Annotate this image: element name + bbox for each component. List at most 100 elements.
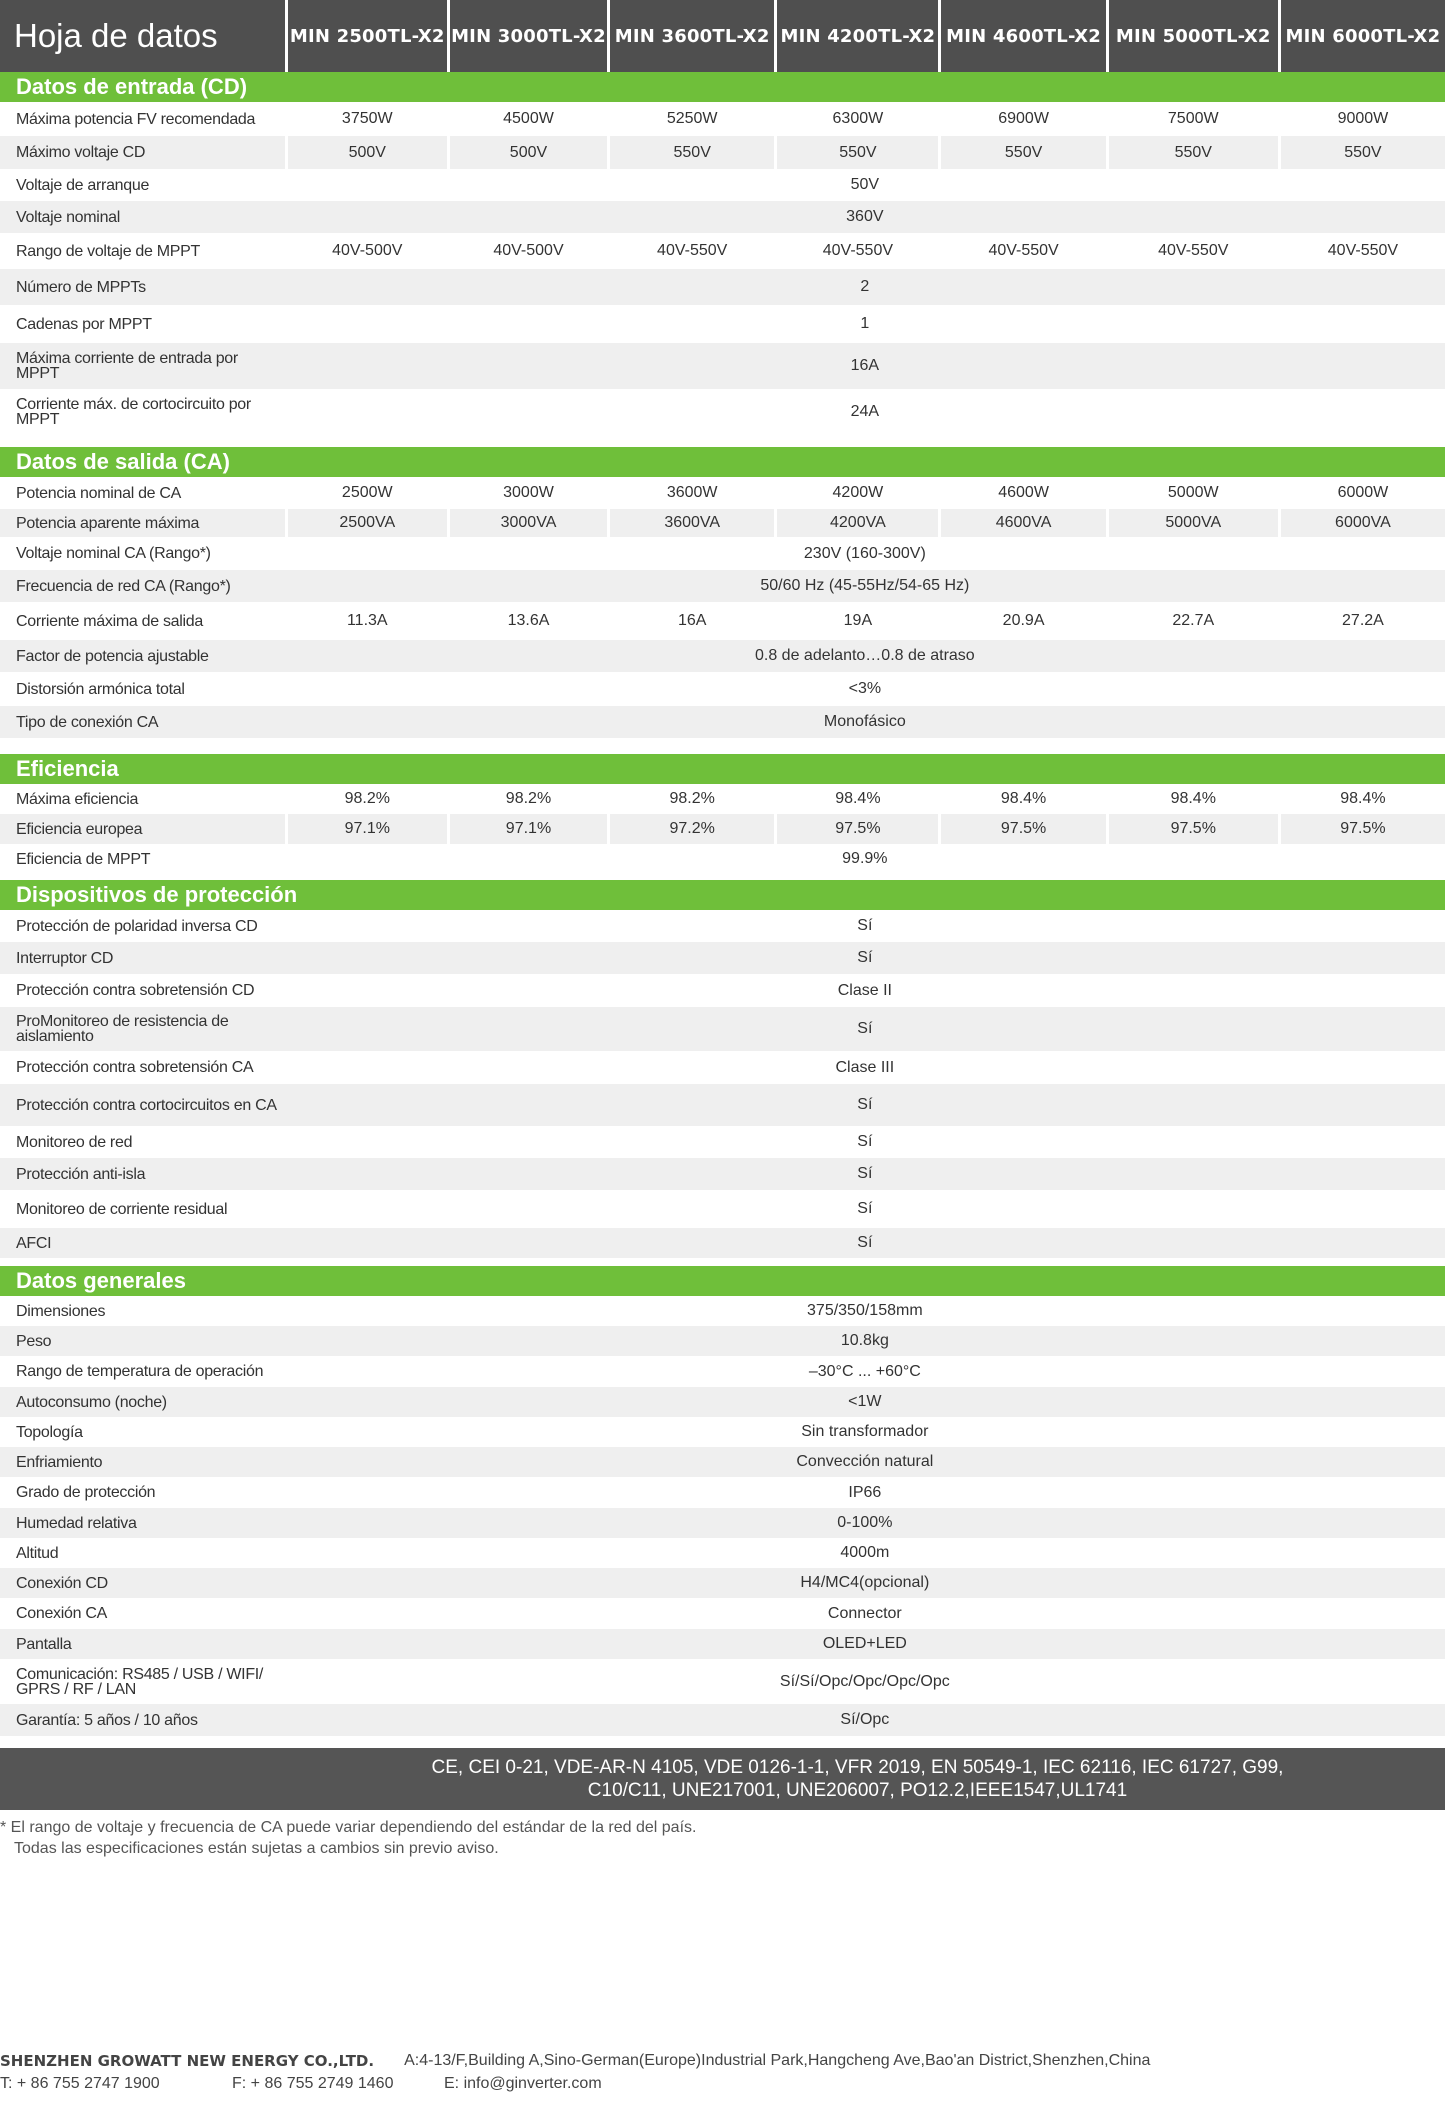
- certifications-line-1: CE, CEI 0-21, VDE-AR-N 4105, VDE 0126-1-…: [431, 1757, 1284, 1778]
- table-row: Pantalla OLED+LED: [0, 1629, 1445, 1659]
- table-row: Peso 10.8kg: [0, 1326, 1445, 1356]
- table-row: Factor de potencia ajustable 0.8 de adela…: [0, 640, 1445, 672]
- footnote-line-2: Todas las especificaciones están sujetas…: [14, 1840, 499, 1857]
- table-row: Protección anti-isla Sí: [0, 1158, 1445, 1190]
- model-header-7: MIN 6000TL-X2: [1280, 0, 1445, 72]
- row-label: Monitoreo de red: [16, 1133, 133, 1151]
- row-value: 16A: [677, 612, 707, 629]
- row-value: 40V-550V: [1327, 242, 1399, 259]
- table-row: ProMonitoreo de resistencia de aislamien…: [0, 1007, 1445, 1051]
- table-row: Protección contra sobretensión CD Clase I…: [0, 974, 1445, 1007]
- row-value-shared: Sí/Opc: [284, 1704, 1445, 1736]
- row-label: Corriente máx. de cortocircuito por MPPT: [16, 395, 251, 428]
- row-value: 40V-550V: [1158, 242, 1229, 259]
- row-value: 3000W: [503, 484, 554, 501]
- table-row: Enfriamiento Convección natural: [0, 1447, 1445, 1477]
- row-value: 97.1%: [449, 814, 608, 844]
- row-label: Corriente máxima de salida: [16, 612, 203, 630]
- row-value-shared: Sí: [284, 1007, 1445, 1051]
- model-header-1: MIN 2500TL-X2: [287, 0, 447, 72]
- row-label: Potencia aparente máxima: [0, 509, 285, 537]
- row-value-shared: Connector: [827, 1604, 902, 1622]
- row-value-shared: 16A: [284, 343, 1445, 389]
- row-label: Protección contra sobretensión CA: [16, 1059, 254, 1076]
- row-value: 5250W: [666, 110, 718, 127]
- row-value: 97.5%: [777, 814, 939, 844]
- row-value: 98.2%: [505, 790, 552, 807]
- row-value-shared: 0.8 de adelanto…0.8 de atraso: [284, 640, 1445, 672]
- table-row: Distorsión armónica total <3%: [0, 672, 1445, 706]
- model-header-3: MIN 3600TL-X2: [610, 0, 775, 72]
- row-label: Potencia nominal de CA: [16, 484, 182, 502]
- table-row: Conexión CA Connector: [0, 1598, 1445, 1629]
- row-label: Comunicación: RS485 / USB / WIFI/ GPRS /…: [16, 1665, 264, 1698]
- table-row: Monitoreo de red Sí: [0, 1126, 1445, 1158]
- company-footer: SHENZHEN GROWATT NEW ENERGY CO.,LTD. A:4…: [0, 2052, 1445, 2093]
- row-value: 550V: [610, 136, 775, 169]
- section-title: Datos de salida (CA): [0, 447, 1445, 477]
- row-value: 97.5%: [1108, 814, 1278, 844]
- table-row: Autoconsumo (noche) <1W: [0, 1387, 1445, 1417]
- row-value: 5000VA: [1108, 509, 1278, 537]
- row-value: 4600VA: [941, 509, 1106, 537]
- row-label: Enfriamiento: [0, 1447, 285, 1477]
- table-row: Humedad relativa 0-100%: [0, 1508, 1445, 1538]
- table-row: Potencia nominal de CA 2500W 3000W 3600W 420…: [0, 477, 1445, 509]
- table-row: Interruptor CD Sí: [0, 942, 1445, 974]
- table-row: Grado de protección IP66: [0, 1477, 1445, 1508]
- row-label: ProMonitoreo de resistencia de aislamien…: [0, 1007, 285, 1051]
- row-value: 98.4%: [1000, 790, 1047, 807]
- row-label: AFCI: [0, 1228, 285, 1258]
- row-label: Voltaje de arranque: [16, 176, 150, 194]
- table-row: Topología Sin transformador: [0, 1417, 1445, 1447]
- row-label: Topología: [16, 1423, 83, 1441]
- table-header: Hoja de datos MIN 2500TL-X2 MIN 3000TL-X2…: [0, 0, 1445, 72]
- row-label: Eficiencia europea: [0, 814, 285, 844]
- row-value: 20.9A: [1002, 612, 1045, 629]
- row-value: 98.4%: [1170, 790, 1216, 807]
- row-value: 40V-550V: [657, 242, 728, 259]
- footnote-line-1: * El rango de voltaje y frecuencia de CA…: [0, 1819, 697, 1836]
- row-value-shared: 230V (160-300V): [803, 544, 926, 562]
- row-label: Altitud: [16, 1544, 59, 1562]
- table-row: Voltaje nominal 360V: [0, 201, 1445, 233]
- row-value-shared: Sí: [284, 942, 1445, 974]
- row-value: 40V-550V: [822, 242, 894, 259]
- row-value-shared: Sí: [284, 1084, 1445, 1126]
- table-row: Protección de polaridad inversa CD Sí: [0, 910, 1445, 942]
- row-label: Distorsión armónica total: [16, 680, 185, 698]
- row-value: 40V-500V: [332, 242, 403, 259]
- row-label: Cadenas por MPPT: [16, 315, 152, 333]
- row-value-shared: Convección natural: [284, 1447, 1445, 1477]
- table-row: Rango de voltaje de MPPT 40V-500V 40V-500V…: [0, 233, 1445, 269]
- row-value: 6900W: [998, 110, 1049, 127]
- company-email: E: info@ginverter.com: [444, 2075, 602, 2092]
- row-value-shared: Sin transformador: [801, 1423, 929, 1440]
- row-label: Conexión CA: [16, 1605, 107, 1622]
- row-value-shared: 4000m: [840, 1544, 890, 1561]
- row-label: Factor de potencia ajustable: [0, 640, 285, 672]
- row-value-shared: <3%: [848, 680, 882, 697]
- table-row: Protección contra sobretensión CA Clase I…: [0, 1051, 1445, 1084]
- table-row: Conexión CD H4/MC4(opcional): [0, 1568, 1445, 1598]
- row-label: Conexión CD: [0, 1568, 285, 1598]
- company-address: A:4-13/F,Building A,Sino-German(Europe)I…: [404, 2052, 1151, 2069]
- row-value-shared: Clase III: [835, 1058, 895, 1076]
- row-value-shared: Monofásico: [284, 706, 1445, 738]
- row-value-shared: Sí: [284, 1158, 1445, 1190]
- model-header-6: MIN 5000TL-X2: [1108, 0, 1278, 72]
- row-value: 40V-550V: [988, 242, 1059, 259]
- row-value: 550V: [941, 136, 1106, 169]
- row-value: 98.4%: [1340, 790, 1386, 807]
- row-value-shared: Sí: [857, 1133, 873, 1150]
- row-label: Número de MPPTs: [0, 269, 285, 305]
- row-label: Voltaje nominal: [0, 201, 285, 233]
- row-label: Protección de polaridad inversa CD: [16, 917, 258, 935]
- row-value: 6000VA: [1280, 509, 1445, 537]
- row-value: 550V: [777, 136, 939, 169]
- row-label: Tipo de conexión CA: [0, 706, 285, 738]
- row-label: Garantía: 5 años / 10 años: [0, 1704, 285, 1736]
- row-label: Protección contra sobretensión CD: [16, 982, 255, 999]
- row-value: 3000VA: [449, 509, 608, 537]
- company-name: SHENZHEN GROWATT NEW ENERGY CO.,LTD.: [0, 2052, 375, 2070]
